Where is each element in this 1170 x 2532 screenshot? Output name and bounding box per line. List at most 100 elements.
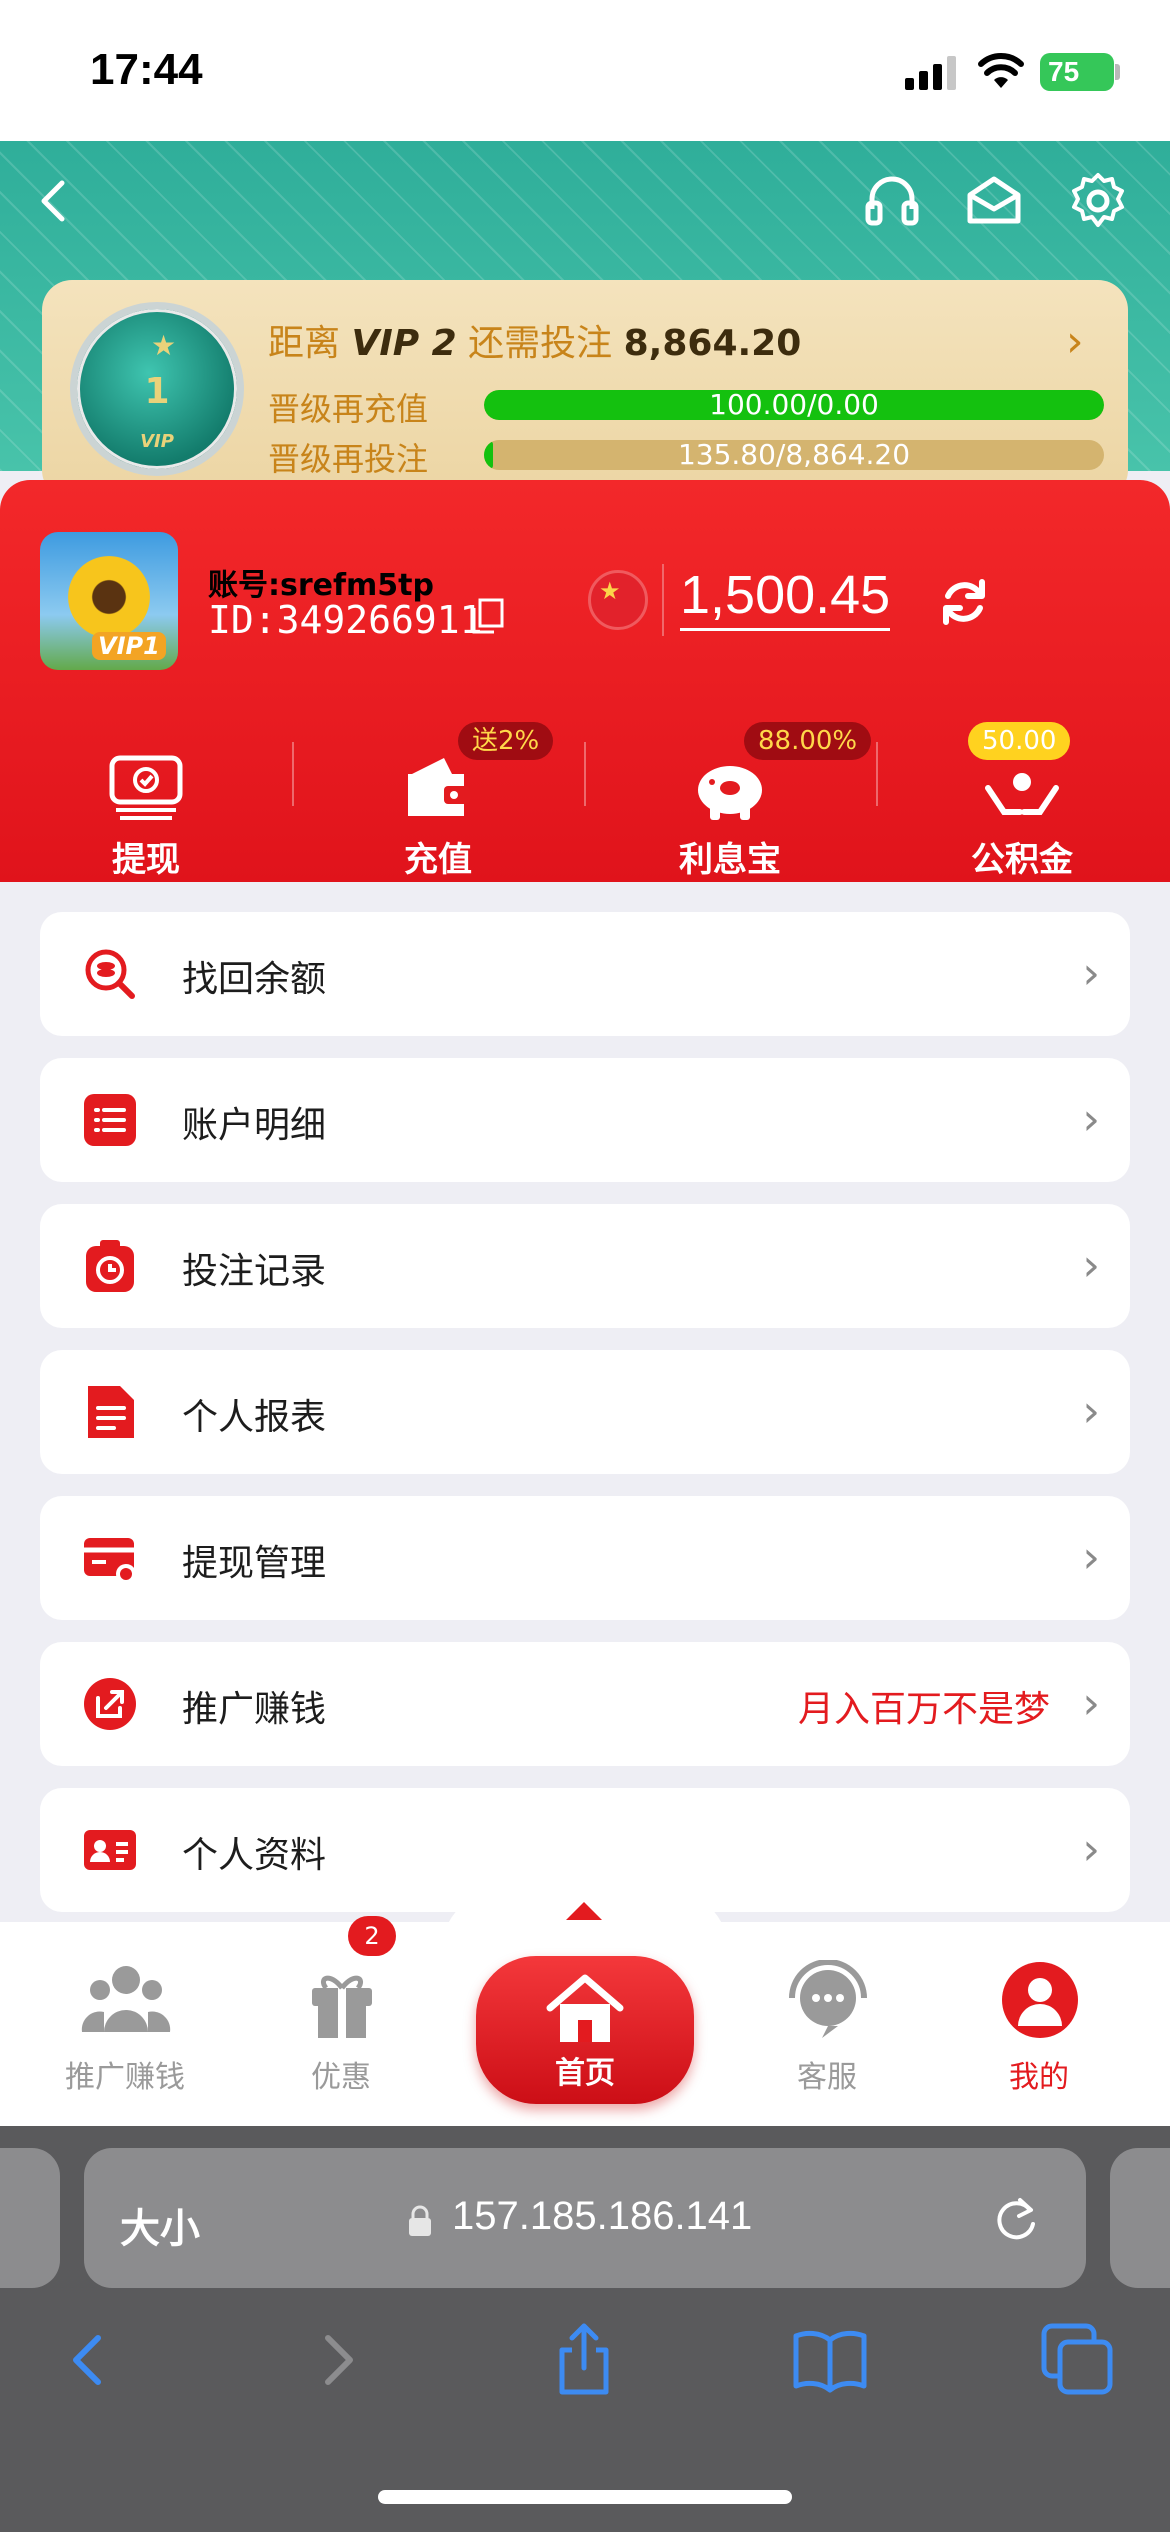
china-flag-icon: ★ (588, 570, 648, 630)
address-bar[interactable]: 大小 157.185.186.141 (84, 2148, 1086, 2288)
home-indicator (378, 2490, 792, 2504)
list-icon (84, 1094, 136, 1146)
battery-level: 75 (1040, 53, 1114, 91)
wifi-icon (978, 53, 1024, 88)
medal-star-icon: ★ (151, 329, 177, 362)
menu-promote-earn[interactable]: 推广赚钱 月入百万不是梦 › (40, 1642, 1130, 1766)
tab-mine-label: 我的 (1009, 2060, 1069, 2095)
avatar-vip-badge: VIP1 (92, 632, 166, 660)
previous-tab-preview[interactable] (0, 2148, 60, 2288)
tab-promote-label: 推广赚钱 (65, 2060, 185, 2095)
bet-label: 晋级再投注 (268, 440, 429, 478)
vip-middle: 还需投注 (468, 323, 613, 364)
tab-offers-label: 优惠 (311, 2060, 371, 2095)
cellular-signal-icon (905, 56, 956, 90)
caret-up-icon (566, 1902, 602, 1920)
vip-medal: ★ 1 VIP (70, 302, 244, 476)
quick-withdraw-label: 提现 (112, 840, 180, 880)
tab-service[interactable]: 客服 (722, 1922, 932, 2126)
menu-label: 提现管理 (182, 1543, 327, 1584)
quick-interest[interactable]: 88.00% 利息宝 (584, 722, 876, 880)
chevron-right-icon: › (1082, 1824, 1100, 1875)
refresh-icon[interactable] (936, 574, 992, 630)
quick-recharge-label: 充值 (404, 840, 472, 880)
vip-progress-card[interactable]: ★ 1 VIP 距离 VIP 2 还需投注 8,864.20 › 晋级再充值 1… (42, 280, 1128, 500)
recharge-progress-bar: 100.00/0.00 (484, 390, 1104, 420)
quick-withdraw[interactable]: 提现 (0, 722, 292, 880)
bet-progress-text: 135.80/8,864.20 (677, 440, 911, 470)
menu-account-details[interactable]: 账户明细 › (40, 1058, 1130, 1182)
reload-icon[interactable] (990, 2194, 1042, 2246)
status-time: 17:44 (90, 45, 203, 94)
share-sheet-icon[interactable] (546, 2322, 622, 2398)
copy-icon[interactable] (470, 598, 506, 636)
menu-label: 投注记录 (182, 1251, 327, 1292)
tab-offers[interactable]: 优惠 (236, 1922, 446, 2126)
sunflower-image (68, 556, 150, 638)
promote-slogan: 月入百万不是梦 (797, 1689, 1050, 1730)
avatar[interactable]: VIP1 (40, 532, 178, 670)
card-settings-icon (84, 1538, 136, 1584)
chat-support-icon (789, 1960, 867, 2038)
text-size-button[interactable]: 大小 (120, 2196, 200, 2254)
quick-fund-label: 公积金 (971, 840, 1073, 880)
share-icon (84, 1678, 136, 1730)
menu-label: 找回余额 (182, 959, 327, 1000)
quick-recharge[interactable]: 送2% 充值 (292, 722, 584, 880)
chevron-right-icon: › (1082, 1678, 1100, 1729)
medal-level: 1 (144, 371, 170, 412)
chevron-right-icon: › (1082, 1240, 1100, 1291)
gear-icon[interactable] (1066, 169, 1130, 233)
menu-bet-records[interactable]: 投注记录 › (40, 1204, 1130, 1328)
recharge-progress-text: 100.00/0.00 (709, 390, 879, 420)
bookmarks-icon[interactable] (792, 2322, 868, 2398)
balance-divider (662, 564, 664, 636)
account-panel: VIP1 账号:srefm5tp ID:349266911 ★ 1,500.45… (0, 480, 1170, 882)
medal-text: VIP (140, 431, 174, 452)
status-bar: 17:44 75 (0, 0, 1170, 141)
bet-progress-bar: 135.80/8,864.20 (484, 440, 1104, 470)
home-tab-hump (440, 1886, 730, 1956)
user-profile-icon (1002, 1962, 1078, 2038)
menu-label: 账户明细 (182, 1105, 327, 1146)
tab-mine[interactable]: 我的 (934, 1922, 1144, 2126)
document-icon (88, 1386, 134, 1438)
offers-count-badge: 2 (348, 1916, 396, 1956)
vip-required-amount: 8,864.20 (623, 323, 802, 364)
tab-home[interactable]: 首页 (476, 1956, 694, 2104)
recharge-label: 晋级再充值 (268, 390, 429, 428)
next-tab-preview[interactable] (1110, 2148, 1170, 2288)
clock-clipboard-icon (86, 1240, 134, 1292)
lock-icon (409, 2205, 431, 2236)
headset-icon[interactable] (860, 169, 924, 233)
back-icon[interactable] (22, 169, 86, 233)
vip-next-level: VIP 2 (351, 323, 457, 364)
chevron-right-icon: › (1082, 1094, 1100, 1145)
chevron-right-icon[interactable]: › (1066, 316, 1084, 367)
wallet-icon (408, 758, 470, 816)
tabs-icon[interactable] (1040, 2322, 1116, 2398)
quick-interest-label: 利息宝 (679, 840, 781, 880)
hands-coin-icon (985, 773, 1059, 815)
browser-forward-icon[interactable] (300, 2322, 376, 2398)
browser-toolbar: 大小 157.185.186.141 (0, 2126, 1170, 2532)
piggy-bank-icon (698, 766, 762, 820)
menu-label: 推广赚钱 (182, 1689, 327, 1730)
battery-tip (1115, 64, 1120, 80)
menu-recover-balance[interactable]: 找回余额 › (40, 912, 1130, 1036)
tab-promote[interactable]: 推广赚钱 (20, 1922, 230, 2126)
withdraw-icon (109, 755, 183, 820)
vip-next-level-text: 距离 VIP 2 还需投注 8,864.20 (268, 314, 801, 366)
mail-icon[interactable] (962, 169, 1026, 233)
gift-icon (312, 1975, 372, 2038)
menu-label: 个人报表 (182, 1397, 327, 1438)
people-icon (81, 1966, 171, 2032)
menu-personal-report[interactable]: 个人报表 › (40, 1350, 1130, 1474)
url-text[interactable]: 157.185.186.141 (452, 2194, 752, 2239)
tab-home-label: 首页 (555, 2056, 615, 2091)
quick-fund[interactable]: 50.00 公积金 (876, 722, 1168, 880)
tab-service-label: 客服 (797, 2060, 857, 2095)
menu-withdraw-management[interactable]: 提现管理 › (40, 1496, 1130, 1620)
home-icon (546, 1974, 624, 2042)
browser-back-icon[interactable] (50, 2322, 126, 2398)
